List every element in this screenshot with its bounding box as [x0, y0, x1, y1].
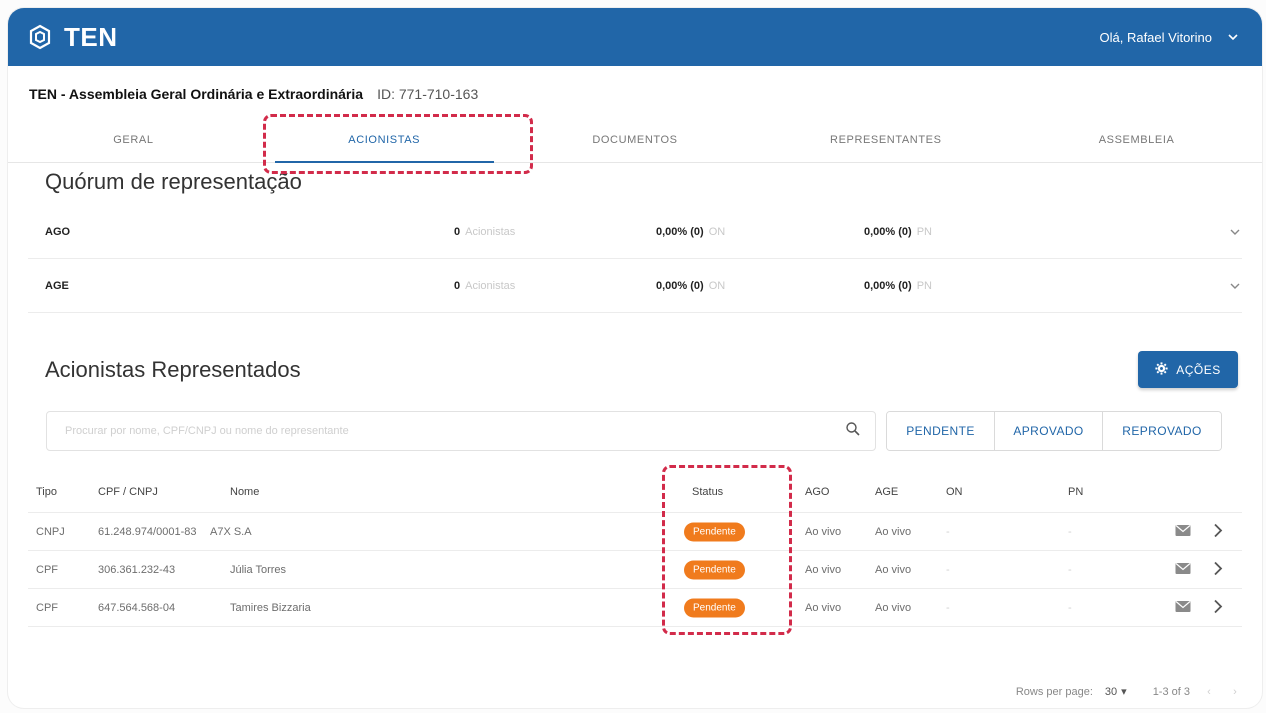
tab-acionistas[interactable]: ACIONISTAS: [259, 120, 510, 163]
top-bar: TEN Olá, Rafael Vitorino: [8, 8, 1262, 66]
quorum-pn: 0,00% (0) PN: [864, 279, 932, 292]
status-badge: Pendente: [684, 522, 745, 541]
pagination: Rows per page: 30 ▾ 1-3 of 3 ‹ ›: [1015, 685, 1242, 699]
quorum-label: AGE: [45, 279, 69, 292]
represented-header: Acionistas Representados AÇÕES: [8, 351, 1262, 411]
chevron-right-icon[interactable]: ›: [1228, 686, 1242, 698]
column-header-ago[interactable]: AGO: [805, 486, 829, 498]
cell-pn: -: [1068, 563, 1072, 576]
cell-pn: -: [1068, 525, 1072, 538]
quorum-on: 0,00% (0) ON: [656, 225, 726, 238]
cell-nome: Tamires Bizzaria: [230, 601, 311, 614]
search-box[interactable]: [46, 411, 876, 451]
tab-representantes[interactable]: REPRESENTANTES: [760, 120, 1011, 162]
cell-nome: Júlia Torres: [230, 563, 287, 576]
tab-bar: GERAL ACIONISTAS DOCUMENTOS REPRESENTANT…: [8, 114, 1262, 174]
cell-age: Ao vivo: [875, 525, 912, 538]
quorum-count: 0 Acionistas: [454, 225, 516, 238]
ten-logo-icon: [26, 23, 54, 51]
chevron-right-icon[interactable]: [1213, 598, 1223, 617]
status-badge: Pendente: [684, 598, 745, 617]
column-header-nome[interactable]: Nome: [230, 486, 259, 498]
column-header-on[interactable]: ON: [946, 486, 963, 498]
search-input[interactable]: [63, 424, 845, 438]
app-window: TEN Olá, Rafael Vitorino TEN - Assemblei…: [8, 8, 1262, 708]
column-header-tipo[interactable]: Tipo: [36, 486, 57, 498]
chevron-down-icon[interactable]: [1228, 279, 1242, 293]
brand[interactable]: TEN: [26, 22, 118, 53]
actions-button[interactable]: AÇÕES: [1138, 351, 1238, 388]
brand-name: TEN: [64, 21, 118, 52]
cell-status: Pendente: [684, 560, 745, 579]
rows-per-page-select[interactable]: 30 ▾: [1104, 685, 1127, 699]
event-id: ID: 771-710-163: [377, 86, 479, 102]
search-icon[interactable]: [845, 421, 861, 442]
cell-tipo: CPF: [36, 563, 58, 576]
user-menu[interactable]: Olá, Rafael Vitorino: [1100, 30, 1241, 45]
cell-on: -: [946, 563, 950, 576]
filter-pendente-button[interactable]: PENDENTE: [887, 412, 995, 450]
cell-nome: A7X S.A: [210, 525, 252, 538]
quorum-on: 0,00% (0) ON: [656, 279, 726, 292]
quorum-pn: 0,00% (0) PN: [864, 225, 932, 238]
caret-down-icon: ▾: [1121, 686, 1127, 698]
actions-label: AÇÕES: [1176, 362, 1221, 377]
table-header-row: Tipo CPF / CNPJ Nome Status AGO AGE ON P…: [28, 471, 1242, 513]
cell-status: Pendente: [684, 522, 745, 541]
shareholders-table: Tipo CPF / CNPJ Nome Status AGO AGE ON P…: [8, 465, 1262, 635]
cell-ago: Ao vivo: [805, 601, 842, 614]
rows-per-page-value: 30: [1104, 685, 1118, 698]
quorum-heading: Quórum de representação: [45, 169, 302, 194]
cell-on: -: [946, 601, 950, 614]
quorum-row-age[interactable]: AGE 0 Acionistas 0,00% (0) ON 0,00% (0) PN: [28, 259, 1242, 313]
chevron-right-icon[interactable]: [1213, 560, 1223, 579]
mail-icon[interactable]: [1175, 562, 1191, 577]
cell-tipo: CNPJ: [36, 525, 65, 538]
column-header-age[interactable]: AGE: [875, 486, 898, 498]
cell-age: Ao vivo: [875, 601, 912, 614]
filter-row: PENDENTE APROVADO REPROVADO: [8, 411, 1262, 461]
cell-ago: Ao vivo: [805, 525, 842, 538]
quorum-count: 0 Acionistas: [454, 279, 516, 292]
cell-status: Pendente: [684, 598, 745, 617]
quorum-label: AGO: [45, 225, 71, 238]
filter-aprovado-button[interactable]: APROVADO: [995, 412, 1103, 450]
mail-icon[interactable]: [1175, 524, 1191, 539]
cell-cpf: 61.248.974/0001-83: [98, 525, 197, 538]
column-header-cpf[interactable]: CPF / CNPJ: [98, 486, 158, 498]
chevron-right-icon[interactable]: [1213, 522, 1223, 541]
cell-on: -: [946, 525, 950, 538]
chevron-left-icon[interactable]: ‹: [1202, 686, 1216, 698]
tab-documentos[interactable]: DOCUMENTOS: [510, 120, 761, 162]
cell-tipo: CPF: [36, 601, 58, 614]
cell-age: Ao vivo: [875, 563, 912, 576]
cell-ago: Ao vivo: [805, 563, 842, 576]
quorum-row-ago[interactable]: AGO 0 Acionistas 0,00% (0) ON 0,00% (0) PN: [28, 205, 1242, 259]
status-filter-group: PENDENTE APROVADO REPROVADO: [886, 411, 1222, 451]
column-header-pn[interactable]: PN: [1068, 486, 1083, 498]
chevron-down-icon: [1226, 30, 1240, 44]
rows-per-page-label: Rows per page:: [1015, 685, 1093, 698]
cell-cpf: 647.564.568-04: [98, 601, 176, 614]
event-title-row: TEN - Assembleia Geral Ordinária e Extra…: [8, 66, 1262, 102]
event-title: TEN - Assembleia Geral Ordinária e Extra…: [29, 86, 364, 102]
table-row[interactable]: CNPJ 61.248.974/0001-83 A7X S.A Pendente…: [28, 513, 1242, 551]
tab-assembleia[interactable]: ASSEMBLEIA: [1011, 120, 1262, 162]
filter-reprovado-button[interactable]: REPROVADO: [1103, 412, 1221, 450]
column-header-status[interactable]: Status: [692, 486, 723, 498]
represented-heading: Acionistas Representados: [45, 357, 301, 382]
table-row[interactable]: CPF 647.564.568-04 Tamires Bizzaria Pend…: [28, 589, 1242, 627]
user-greeting: Olá, Rafael Vitorino: [1099, 29, 1213, 45]
status-badge: Pendente: [684, 560, 745, 579]
tab-geral[interactable]: GERAL: [8, 120, 259, 162]
mail-icon[interactable]: [1175, 600, 1191, 615]
page-range: 1-3 of 3: [1152, 685, 1190, 698]
gear-icon: [1155, 361, 1168, 378]
chevron-down-icon[interactable]: [1228, 225, 1242, 239]
table-row[interactable]: CPF 306.361.232-43 Júlia Torres Pendente…: [28, 551, 1242, 589]
cell-cpf: 306.361.232-43: [98, 563, 176, 576]
cell-pn: -: [1068, 601, 1072, 614]
